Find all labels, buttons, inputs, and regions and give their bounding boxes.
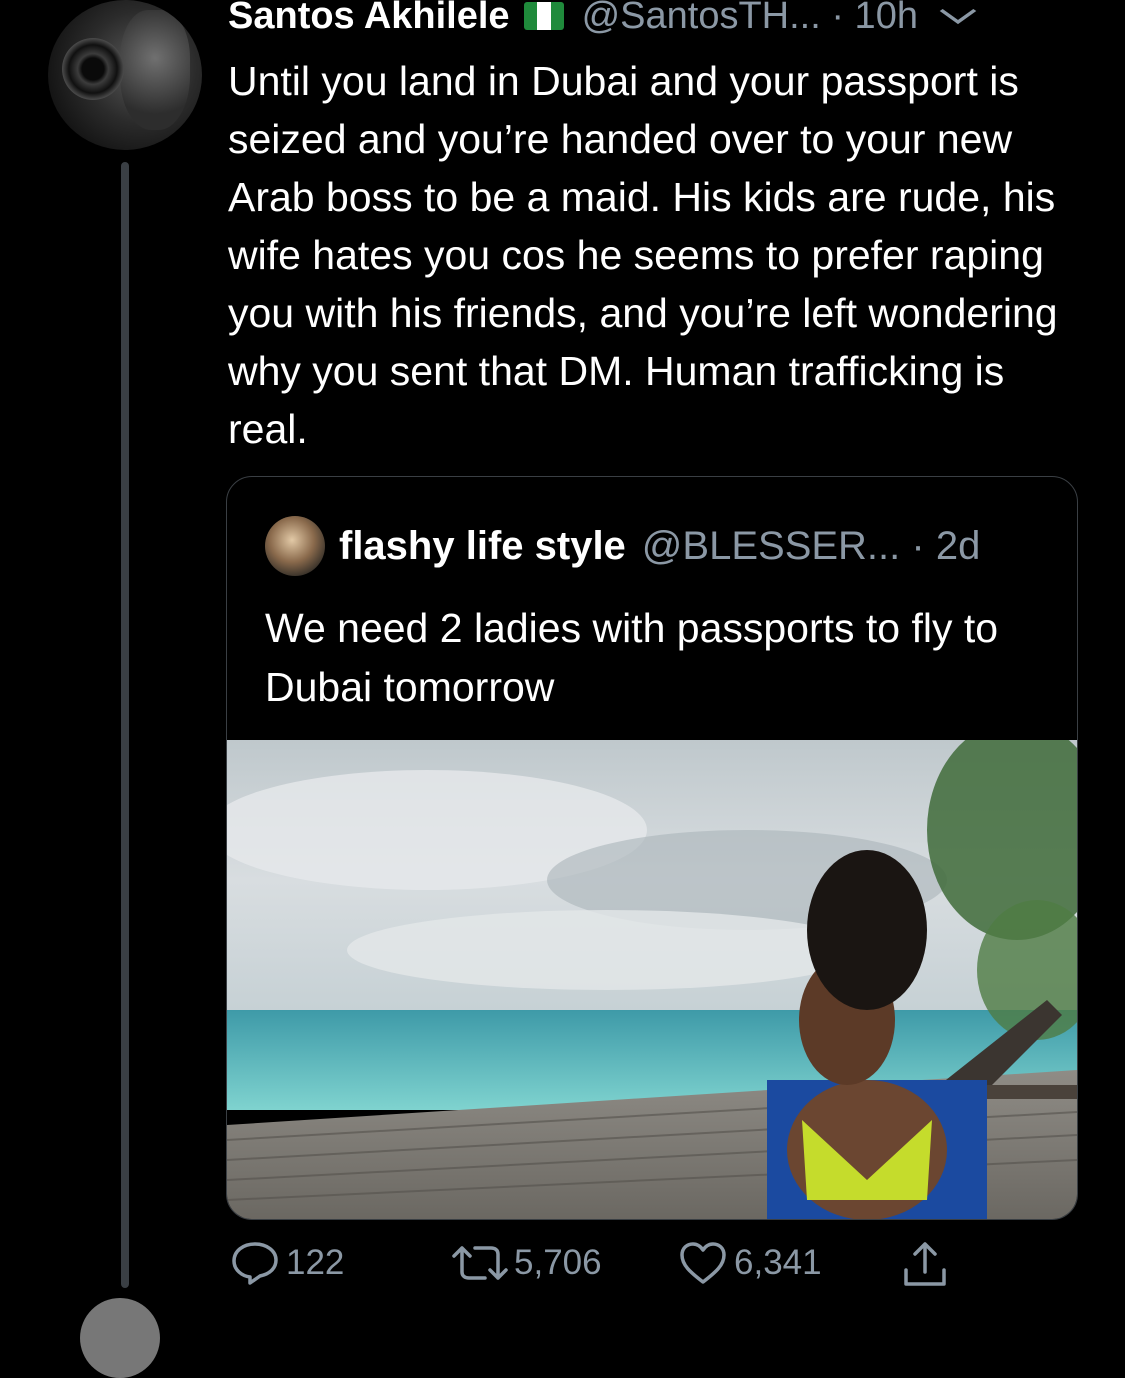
beach-photo bbox=[227, 740, 1077, 1219]
quoted-author-name: flashy life style bbox=[339, 523, 626, 568]
retweet-count: 5,706 bbox=[514, 1243, 602, 1282]
reply-icon bbox=[232, 1242, 278, 1285]
chevron-down-icon[interactable] bbox=[938, 0, 977, 33]
quoted-tweet-photo[interactable] bbox=[227, 740, 1077, 1219]
share-icon bbox=[904, 1242, 946, 1286]
author-name[interactable]: Santos Akhilele bbox=[228, 0, 510, 38]
like-icon bbox=[680, 1242, 726, 1284]
avatar-camera-lens bbox=[62, 38, 124, 100]
retweet-icon bbox=[452, 1246, 508, 1280]
like-count: 6,341 bbox=[734, 1243, 822, 1282]
quoted-tweet-header: flashy life style @BLESSER... · 2d bbox=[265, 515, 980, 577]
tweet-actions: 122 5,706 6,341 bbox=[0, 1240, 1125, 1294]
author-avatar[interactable] bbox=[48, 0, 202, 150]
share-button[interactable] bbox=[900, 1240, 956, 1290]
quoted-author-avatar bbox=[265, 516, 325, 576]
avatar-face bbox=[120, 10, 190, 130]
retweet-button[interactable]: 5,706 bbox=[452, 1240, 602, 1286]
nigeria-flag-icon bbox=[523, 2, 564, 30]
next-tweet-avatar[interactable] bbox=[80, 1298, 160, 1378]
quoted-tweet[interactable]: flashy life style @BLESSER... · 2d We ne… bbox=[226, 476, 1078, 1220]
tweet-text: Until you land in Dubai and your passpor… bbox=[228, 58, 1058, 452]
quoted-author-handle-time: @BLESSER... · 2d bbox=[641, 523, 981, 568]
like-button[interactable]: 6,341 bbox=[678, 1240, 822, 1286]
quoted-tweet-text: We need 2 ladies with passports to fly t… bbox=[265, 605, 999, 710]
tweet-header: Santos Akhilele @SantosTH... · 10h bbox=[228, 0, 977, 38]
reply-button[interactable]: 122 bbox=[230, 1240, 344, 1286]
reply-count: 122 bbox=[286, 1243, 345, 1282]
author-handle-time[interactable]: @SantosTH... · 10h bbox=[582, 0, 918, 38]
thread-connector-line bbox=[121, 162, 129, 1288]
